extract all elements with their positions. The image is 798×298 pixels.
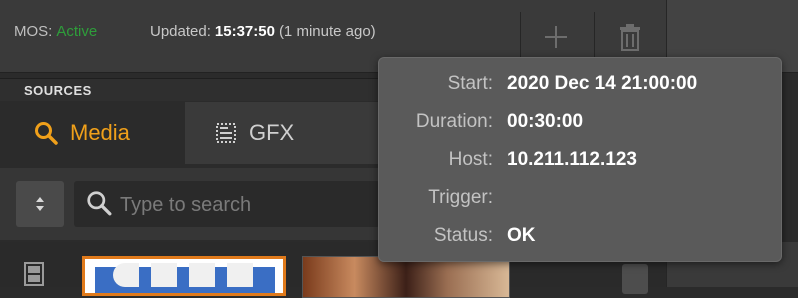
scrollbar[interactable] — [622, 264, 648, 294]
search-box — [74, 181, 380, 227]
details-tooltip: Start: 2020 Dec 14 21:00:00 Duration: 00… — [378, 57, 782, 262]
tab-gfx[interactable]: GFX — [185, 102, 370, 164]
sort-arrows-icon — [36, 197, 44, 211]
mos-status: MOS: Active — [14, 23, 97, 40]
sort-button[interactable] — [16, 181, 64, 227]
tooltip-row-trigger: Trigger: — [379, 187, 783, 217]
updated-label: Updated: — [150, 23, 211, 40]
sources-title: SOURCES — [24, 83, 92, 98]
tooltip-key: Host: — [448, 149, 493, 170]
media-thumbnail[interactable] — [302, 256, 510, 298]
mos-state: Active — [56, 23, 98, 40]
updated-status: Updated: 15:37:50 (1 minute ago) — [150, 23, 376, 40]
tooltip-value: 10.211.112.123 — [507, 149, 637, 170]
media-thumbnail-selected[interactable] — [82, 256, 286, 296]
tooltip-key: Status: — [433, 225, 493, 246]
tooltip-value: 2020 Dec 14 21:00:00 — [507, 73, 698, 94]
filmstrip-icon — [24, 262, 44, 286]
mos-label: MOS: — [14, 23, 53, 40]
search-row — [0, 168, 380, 240]
tooltip-row-duration: Duration: 00:30:00 — [379, 111, 783, 141]
plus-icon — [545, 26, 567, 48]
source-tabs: Media GFX — [0, 102, 380, 164]
updated-time: 15:37:50 — [214, 23, 275, 40]
tooltip-key: Trigger: — [428, 187, 493, 208]
search-icon — [87, 191, 112, 216]
tooltip-row-start: Start: 2020 Dec 14 21:00:00 — [379, 73, 783, 103]
tooltip-key: Duration: — [415, 111, 493, 132]
tab-media[interactable]: Media — [0, 102, 184, 164]
tooltip-row-status: Status: OK — [379, 225, 783, 255]
tab-gfx-label: GFX — [249, 120, 295, 145]
sources-header: SOURCES — [0, 78, 380, 101]
search-icon — [35, 122, 58, 145]
tooltip-value: OK — [507, 225, 536, 246]
tooltip-key: Start: — [447, 73, 493, 94]
search-input[interactable] — [118, 187, 372, 223]
tooltip-value: 00:30:00 — [507, 111, 584, 132]
delete-button[interactable] — [594, 12, 665, 62]
add-button[interactable] — [520, 12, 591, 62]
graphics-icon — [216, 123, 236, 143]
updated-relative: (1 minute ago) — [278, 23, 376, 40]
tab-media-label: Media — [70, 120, 130, 145]
trash-icon — [620, 24, 640, 51]
tooltip-row-host: Host: 10.211.112.123 — [379, 149, 783, 179]
